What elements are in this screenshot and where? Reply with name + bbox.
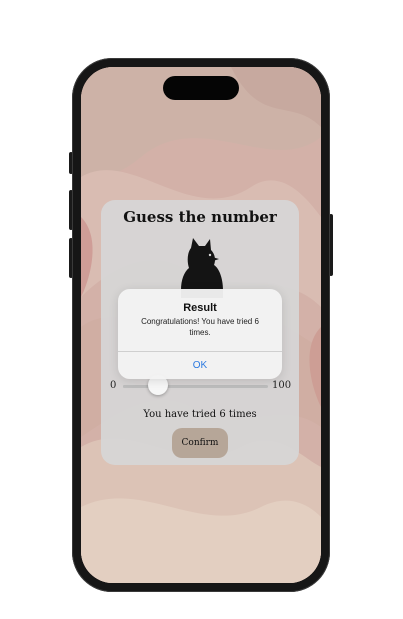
alert-title: Result (183, 302, 217, 314)
phone-frame: Guess the number 0 100 You have tried 6 … (72, 58, 330, 592)
page-title: Guess the number (123, 208, 277, 226)
confirm-button[interactable]: Confirm (172, 428, 228, 458)
dynamic-island (163, 76, 239, 100)
result-alert: Result Congratulations! You have tried 6… (118, 289, 282, 379)
alert-ok-button[interactable]: OK (118, 352, 282, 379)
slider-min-label: 0 (110, 380, 117, 391)
guess-slider-track[interactable] (123, 385, 268, 388)
alert-message: Congratulations! You have tried 6 times. (141, 317, 259, 337)
tries-status-text: You have tried 6 times (143, 409, 257, 420)
phone-screen: Guess the number 0 100 You have tried 6 … (81, 67, 321, 583)
slider-max-label: 100 (272, 380, 292, 391)
